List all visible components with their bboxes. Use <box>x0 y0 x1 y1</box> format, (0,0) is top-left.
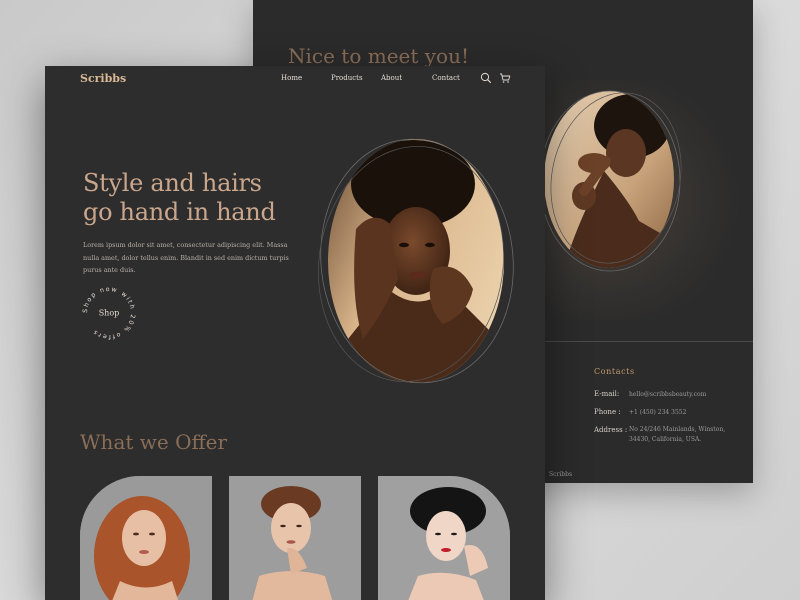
nav-contact[interactable]: Contact <box>432 74 460 82</box>
hero-description-line-3: purus ante duis. <box>83 266 136 274</box>
hero-description: Lorem ipsum dolor sit amet, consectetur … <box>83 239 313 277</box>
hero-description-line-1: Lorem ipsum dolor sit amet, consectetur … <box>83 241 288 249</box>
decorative-rings <box>539 90 682 272</box>
footer-logo: Scribbs <box>549 471 573 478</box>
offer-card-3-photo <box>378 476 510 600</box>
section-divider <box>545 341 753 342</box>
phone-label: Phone : <box>594 408 621 416</box>
address-label: Address : <box>594 426 628 434</box>
offer-card-3[interactable] <box>378 476 510 600</box>
contacts-title: Contacts <box>594 367 635 376</box>
brand-logo[interactable]: Scribbs <box>80 72 126 85</box>
offer-card-1-photo <box>80 476 212 600</box>
nav-home[interactable]: Home <box>281 74 302 82</box>
offer-card-1[interactable] <box>80 476 212 600</box>
email-value[interactable]: hello@scribbsbeauty.com <box>629 390 729 400</box>
hero-title-line-1: Style and hairs <box>83 169 262 197</box>
offer-card-2-photo <box>229 476 361 600</box>
nav-products[interactable]: Products <box>331 74 363 82</box>
hero-title: Style and hairs go hand in hand <box>83 169 323 227</box>
offer-card-2[interactable] <box>229 476 361 600</box>
hero-description-line-2: nulla amet, dolor tellus enim. Blandit i… <box>83 253 289 262</box>
address-line-2: 34430, California, USA. <box>629 436 702 443</box>
offer-section-title: What we Offer <box>80 430 228 454</box>
hero-decorative-rings <box>318 138 514 384</box>
nav-about[interactable]: About <box>381 74 402 82</box>
shop-label: Shop <box>99 309 120 318</box>
shop-now-badge[interactable]: Shop now with 20% offers Shop <box>80 284 138 342</box>
search-icon[interactable] <box>480 72 492 84</box>
cart-icon[interactable] <box>499 72 511 84</box>
phone-value[interactable]: +1 (450) 234 3552 <box>629 408 729 418</box>
about-heading: Nice to meet you! <box>288 44 470 68</box>
hero-title-line-2: go hand in hand <box>83 198 276 226</box>
home-page-preview: Scribbs Home Products About Contact Styl… <box>45 66 545 600</box>
email-label: E-mail: <box>594 390 620 398</box>
address-line-1: No 24/246 Mainlands, Winston, <box>629 426 726 433</box>
